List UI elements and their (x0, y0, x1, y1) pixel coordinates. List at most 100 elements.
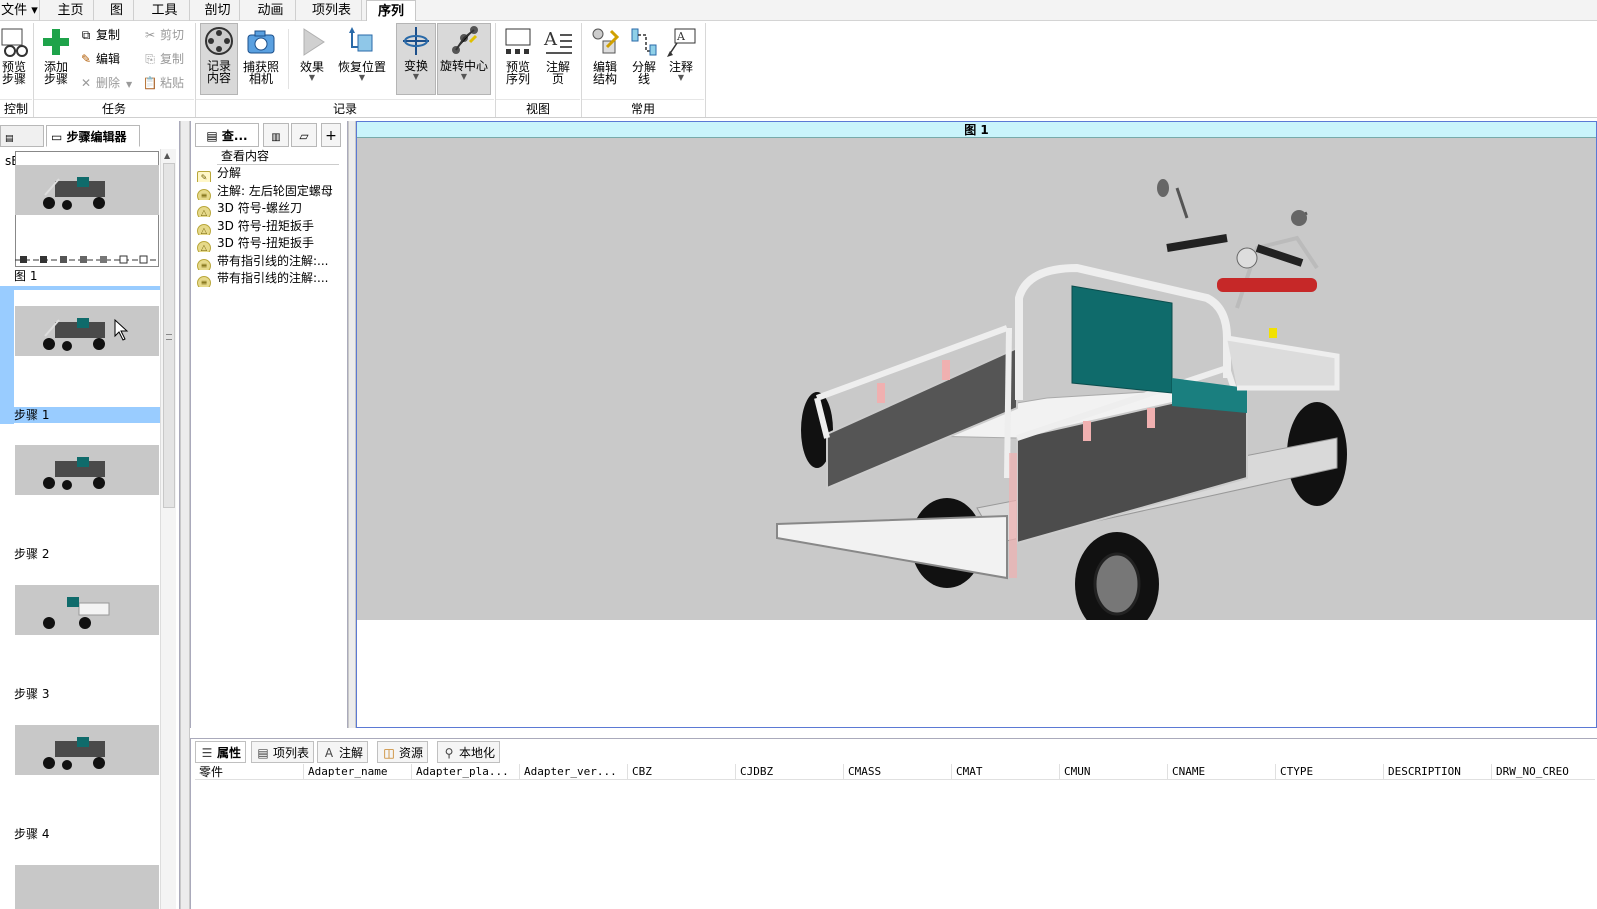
restore-position-button[interactable]: 恢复位置 ▼ (334, 25, 390, 82)
add-icon (43, 29, 69, 55)
column-header[interactable]: DRW_NO_CREO (1491, 764, 1595, 780)
column-header[interactable]: CMASS (843, 764, 951, 780)
tab-layers[interactable]: ▱ (291, 123, 317, 147)
column-header[interactable]: Adapter_ver... (519, 764, 627, 780)
tree-item-3d-symbol[interactable]: △ 3D 符号-螺丝刀 (197, 200, 343, 217)
tree-item-note[interactable]: ≡ 注解: 左后轮固定螺母 (197, 183, 343, 200)
transform-button[interactable]: 变换 ▼ (396, 23, 436, 95)
tab-bom-table[interactable]: ▤ 项列表 (251, 741, 315, 763)
dropdown-caret-icon: ▼ (677, 73, 685, 82)
tab-resources[interactable]: ◫ 资源 (377, 741, 429, 763)
edit-step-button[interactable]: ✎ 编辑 (78, 49, 120, 69)
column-header[interactable]: CNAME (1167, 764, 1275, 780)
step-label: 步骤 4 (14, 827, 50, 841)
column-header[interactable]: CJDBZ (735, 764, 843, 780)
column-header[interactable]: 零件 (195, 764, 303, 780)
cut-button[interactable]: ✂ 剪切 (142, 25, 184, 45)
headlight (1217, 278, 1317, 292)
effect-button[interactable]: 效果 ▼ (294, 25, 330, 82)
menu-figure[interactable]: 图 (100, 0, 134, 21)
cabin-panel (1071, 285, 1173, 394)
annotation-page-button[interactable]: A 注解 页 (540, 25, 576, 85)
panel-splitter[interactable] (348, 121, 356, 728)
annotate-icon: A (667, 28, 696, 57)
tree-item-leader-note[interactable]: ≡ 带有指引线的注解:... (197, 253, 343, 270)
column-header[interactable]: CMAT (951, 764, 1059, 780)
copy-icon: ⧉ (81, 28, 91, 42)
group-label-control: 控制 (0, 99, 32, 117)
menu-section[interactable]: 剖切 (196, 0, 240, 21)
menu-file[interactable]: 文件 ▾ (0, 0, 40, 21)
3d-viewport[interactable]: 图 1 (356, 121, 1597, 728)
tab-step-editor[interactable]: ▭ 步骤编辑器 (46, 125, 140, 147)
tab-bom-view[interactable]: ▥ (263, 123, 289, 147)
tab-localization[interactable]: ⚲ 本地化 (437, 741, 501, 763)
tab-bom-table-label: 项列表 (273, 746, 310, 760)
menu-sequence[interactable]: 序列 (366, 0, 416, 22)
symbol-icon: △ (197, 241, 211, 252)
electric-tricycle-model (776, 179, 1347, 636)
tree-item-leader-note[interactable]: ≡ 带有指引线的注解:... (197, 270, 343, 287)
column-header[interactable]: DESCRIPTION (1383, 764, 1491, 780)
viewport-title: 图 1 (357, 122, 1596, 138)
tree-item-3d-symbol[interactable]: △ 3D 符号-扭矩扳手 (197, 218, 343, 235)
column-header[interactable]: Adapter_name (303, 764, 411, 780)
tab-annotations[interactable]: A 注解 (317, 741, 369, 763)
tree-item-explode[interactable]: ✎ 分解 (197, 165, 343, 182)
explode-icon: ✎ (197, 171, 211, 182)
annotate-button[interactable]: A 注释 ▼ (664, 25, 698, 82)
menu-home[interactable]: 主页 (48, 0, 94, 21)
tree-item-label: 3D 符号-扭矩扳手 (217, 219, 315, 233)
panel-splitter[interactable] (180, 121, 190, 909)
viewport-canvas[interactable] (357, 138, 1596, 636)
tricycle-thumbnail-icon (43, 177, 105, 210)
tree-item-3d-symbol[interactable]: △ 3D 符号-扭矩扳手 (197, 235, 343, 252)
tab-view-content[interactable]: ▤ 查... (195, 123, 259, 147)
scroll-up-icon[interactable]: ▲ (164, 151, 170, 160)
layers-icon: ▱ (299, 129, 309, 143)
add-step-button[interactable]: 添加 步骤 (38, 25, 74, 85)
symbol-icon: △ (197, 206, 211, 217)
step-list-scrollbar[interactable]: ▲ (160, 149, 176, 909)
copy-step-button[interactable]: ⧉ 复制 (78, 25, 120, 45)
properties-panel: ☰ 属性 ▤ 项列表 A 注解 ◫ 资源 ⚲ 本地化 零件 Adapter_name Ad… (190, 738, 1597, 909)
dropdown-caret-icon: ▼ (308, 73, 316, 82)
edit-structure-button[interactable]: 编辑 结构 (586, 25, 624, 85)
timeline-strip (15, 255, 159, 264)
add-tab-button[interactable]: + (321, 123, 341, 147)
step-thumbnail (15, 306, 159, 356)
preview-sequence-button[interactable]: 预览 序列 (500, 25, 536, 85)
preview-step-button[interactable]: 预览 步骤 (0, 25, 28, 85)
step-list[interactable]: 图 1 步骤 1 步骤 2 步骤 3 步骤 4 (0, 149, 160, 909)
rotate-center-button[interactable]: 旋转中心 ▼ (437, 23, 491, 95)
copy-clipboard-button[interactable]: ⎘ 复制 (142, 49, 184, 69)
edit-structure-icon (592, 28, 620, 54)
column-header[interactable]: CBZ (627, 764, 735, 780)
delete-step-button[interactable]: ✕ 删除 ▼ (78, 73, 132, 93)
column-header[interactable]: CMUN (1059, 764, 1167, 780)
menu-bom-table[interactable]: 项列表 (302, 0, 362, 21)
menu-bar: 文件 ▾ 主页 图 工具 剖切 动画 项列表 序列 (0, 0, 1597, 22)
edit-label: 编辑 (96, 52, 121, 66)
menu-animation[interactable]: 动画 (246, 0, 296, 21)
add-step-label: 添加 步骤 (43, 60, 68, 86)
tab-properties[interactable]: ☰ 属性 (195, 741, 247, 763)
step-label: 图 1 (14, 269, 38, 283)
resources-icon: ◫ (383, 746, 395, 760)
column-header[interactable]: Adapter_pla... (411, 764, 519, 780)
pencil-icon: ✎ (80, 52, 92, 66)
tricycle-thumbnail-icon (43, 457, 105, 490)
explode-line-icon (631, 28, 657, 56)
column-header[interactable]: CTYPE (1275, 764, 1383, 780)
capture-camera-button[interactable]: 捕获照 相机 (240, 25, 282, 85)
step-thumbnail (15, 725, 159, 775)
preview-step-icon (1, 28, 28, 57)
paste-button[interactable]: 📋 粘贴 (142, 73, 185, 93)
explode-line-button[interactable]: 分解 线 (626, 25, 662, 85)
view-content-heading: 查看内容 (217, 148, 339, 165)
menu-tools[interactable]: 工具 (140, 0, 190, 21)
mirror-right (1291, 210, 1307, 226)
tab-sbom[interactable]: ▤ sBOM (0, 125, 44, 168)
scrollbar-thumb[interactable] (163, 163, 175, 508)
record-content-button[interactable]: 记录 内容 (200, 23, 238, 95)
